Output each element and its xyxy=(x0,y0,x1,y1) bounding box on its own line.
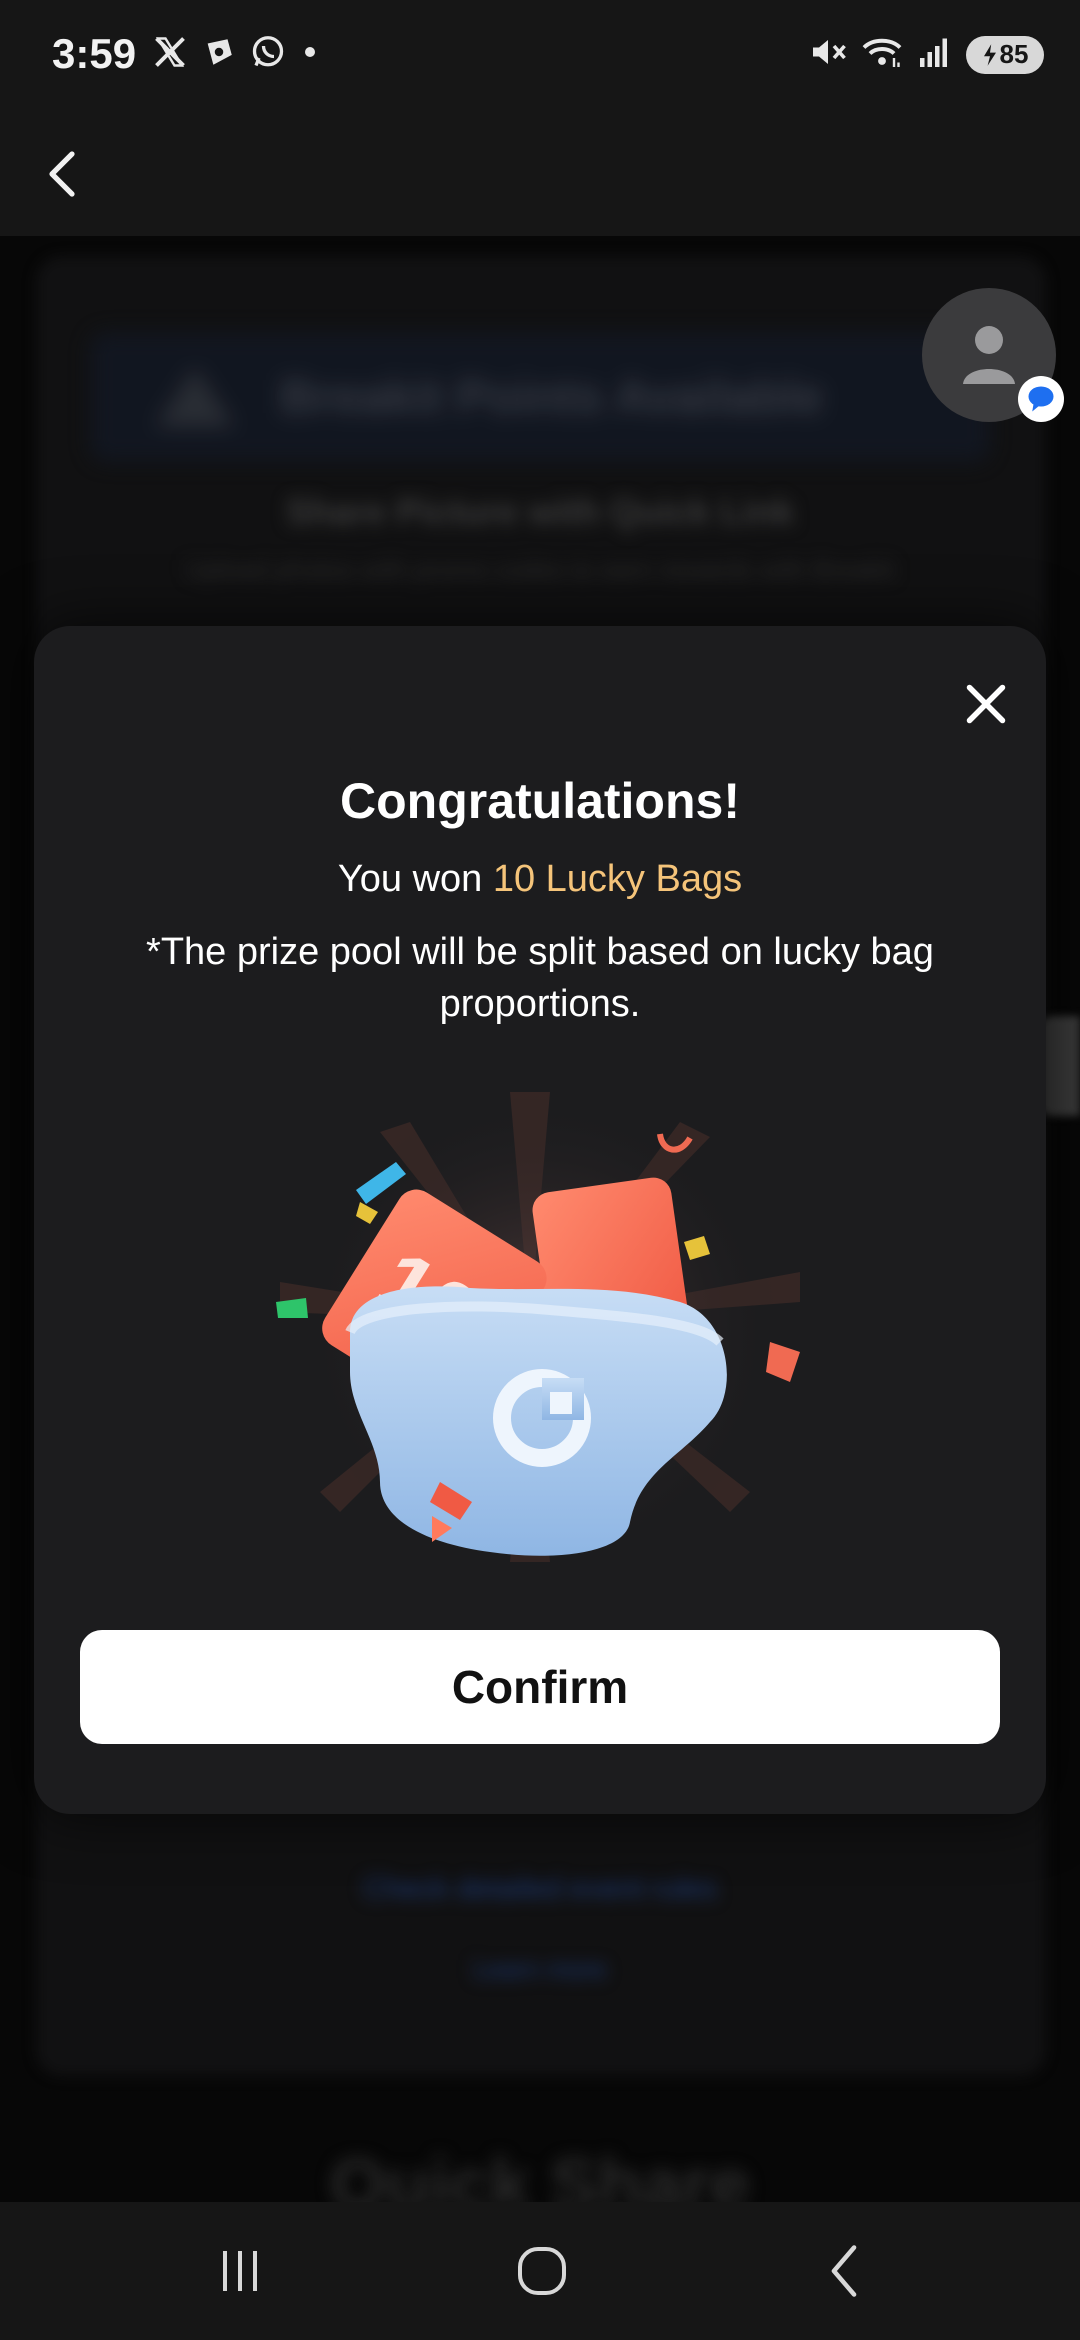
home-icon xyxy=(518,2247,566,2295)
chat-bubble-icon xyxy=(1028,386,1054,412)
system-icons: 85 xyxy=(808,34,1044,75)
battery-icon: 85 xyxy=(966,35,1044,74)
close-icon xyxy=(966,684,1006,724)
whatsapp-icon xyxy=(250,34,286,75)
background-heading: Quick Share xyxy=(329,2145,751,2202)
chat-badge xyxy=(1018,376,1064,422)
modal-title: Congratulations! xyxy=(340,773,740,829)
support-avatar[interactable] xyxy=(922,288,1064,422)
person-icon xyxy=(963,326,1015,384)
back-icon xyxy=(831,2245,857,2297)
warning-icon xyxy=(155,367,235,427)
chevron-left-icon xyxy=(49,151,75,197)
signal-icon xyxy=(916,34,954,75)
learn-more-link: Learn more xyxy=(473,1954,607,1984)
mute-icon xyxy=(808,34,848,75)
confirm-button[interactable]: Confirm xyxy=(80,1630,1000,1744)
battery-level: 85 xyxy=(999,39,1029,69)
dot-icon xyxy=(300,42,320,67)
home-button[interactable] xyxy=(502,2236,582,2306)
system-nav-bar xyxy=(0,2202,1080,2340)
won-message: You won 10 Lucky Bags xyxy=(34,858,1046,901)
background-subtitle: Share Picture with Quick Link xyxy=(285,491,795,532)
recents-button[interactable] xyxy=(200,2236,280,2306)
background-banner: Breakit Points Available xyxy=(90,332,990,462)
congratulations-modal: Congratulations! You won 10 Lucky Bags *… xyxy=(34,626,1046,1814)
nav-back-button[interactable] xyxy=(804,2236,884,2306)
prize-pool-note: *The prize pool will be split based on l… xyxy=(146,931,934,1025)
won-prefix: You won xyxy=(337,858,493,900)
banner-title: Breakit Points Available xyxy=(280,370,824,424)
top-nav xyxy=(0,112,1080,236)
wifi-icon xyxy=(860,34,904,75)
rules-link: Check detailed event rules xyxy=(363,1872,717,1905)
background-description: Upload photos with promo codes to earn r… xyxy=(185,554,895,584)
lucky-bag-illustration: 10 xyxy=(260,1092,820,1572)
x-icon xyxy=(152,34,188,75)
recents-icon xyxy=(223,2251,257,2291)
status-time: 3:59 xyxy=(52,30,137,77)
status-bar: 3:59 85 xyxy=(0,0,1080,112)
notification-icons xyxy=(152,34,320,75)
close-button[interactable] xyxy=(950,668,1022,740)
won-amount: 10 Lucky Bags xyxy=(492,858,743,900)
lucky-bag-icon: 10 xyxy=(276,1092,800,1572)
back-button[interactable] xyxy=(30,142,94,206)
side-tab xyxy=(1040,1016,1080,1116)
play-games-icon xyxy=(202,35,236,74)
